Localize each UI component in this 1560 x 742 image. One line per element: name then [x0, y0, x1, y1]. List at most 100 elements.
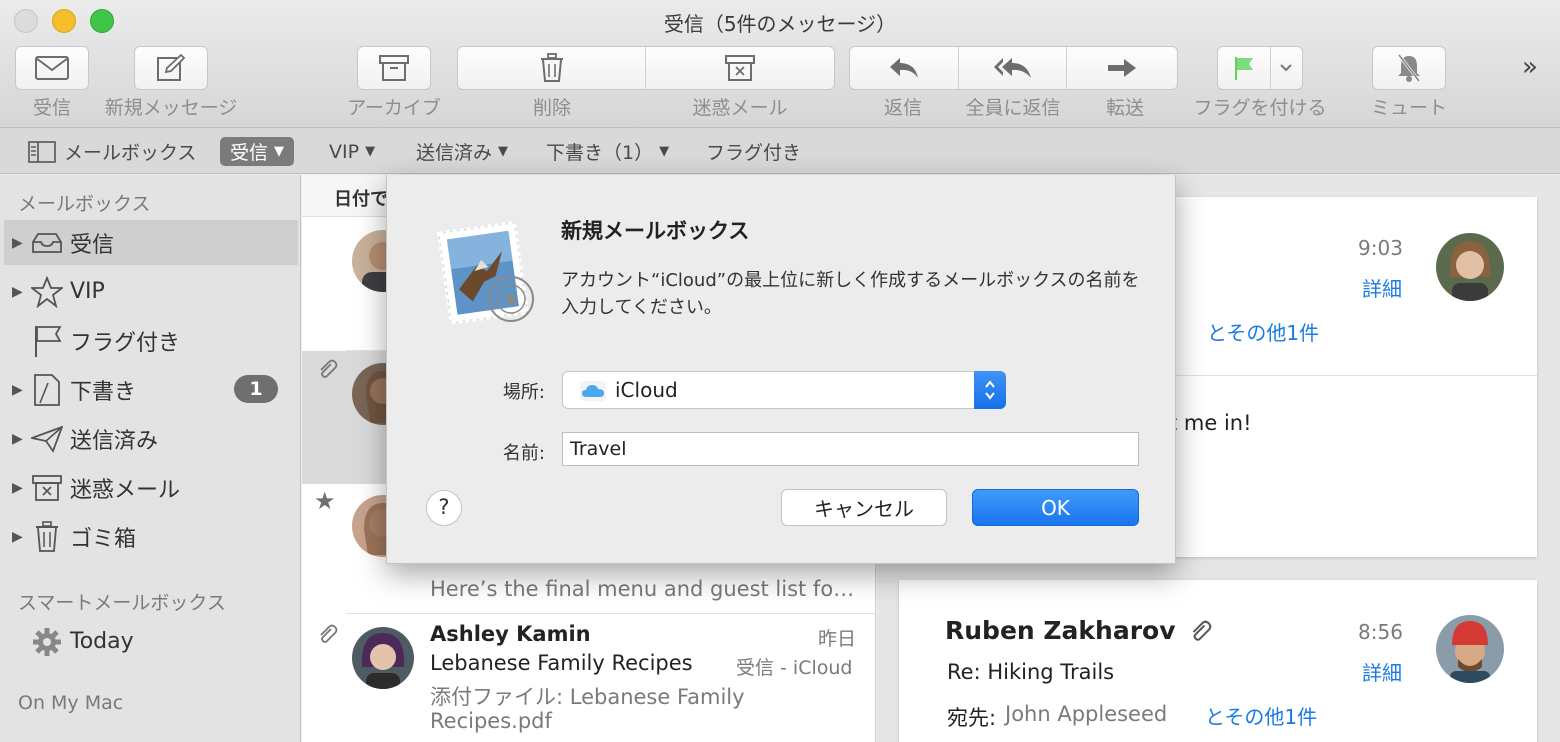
- details-link[interactable]: 詳細: [1362, 273, 1402, 302]
- message-card: Ruben Zakharov 8:56 Re: Hiking Trails 詳細…: [899, 580, 1537, 742]
- sidebar-item-label: Today: [70, 629, 134, 654]
- reply-all-label: 全員に返信: [965, 97, 1061, 119]
- help-button[interactable]: ?: [426, 490, 462, 526]
- archive-box-icon: [379, 55, 409, 81]
- compose-icon: [157, 54, 186, 81]
- disclosure-triangle-icon[interactable]: ▶: [12, 382, 24, 398]
- paperclip-icon: [320, 624, 338, 643]
- mailbox-name-input[interactable]: [562, 432, 1139, 466]
- toolbar-overflow-button[interactable]: »: [1522, 52, 1538, 82]
- flag-label: フラグを付ける: [1193, 97, 1327, 119]
- sidebar-item-flagged[interactable]: フラグ付き: [4, 318, 298, 363]
- trash-icon: [30, 520, 64, 554]
- envelope-icon: [35, 56, 69, 80]
- disclosure-triangle-icon[interactable]: ▶: [12, 235, 24, 251]
- disclosure-triangle-icon[interactable]: ▶: [12, 284, 24, 300]
- location-value: iCloud: [615, 378, 678, 402]
- reply-arrow-icon: [890, 58, 919, 78]
- green-flag-icon: [1234, 57, 1253, 80]
- gear-icon: [30, 625, 64, 659]
- mail-app-stamp-icon: [435, 219, 543, 331]
- chevron-down-icon: ▼: [659, 144, 670, 159]
- sidebar-item-drafts[interactable]: ▶ 下書き 1: [4, 367, 298, 412]
- reply-button[interactable]: [850, 47, 960, 89]
- cancel-button[interactable]: キャンセル: [781, 489, 947, 526]
- chevron-down-icon: ▼: [498, 144, 509, 159]
- favorites-inbox-button[interactable]: 受信 ▼: [220, 137, 295, 166]
- sidebar-item-sent[interactable]: ▶ 送信済み: [4, 416, 298, 461]
- message-time: 8:56: [1358, 620, 1403, 644]
- message-subject: Lebanese Family Recipes: [430, 651, 693, 675]
- avatar: [352, 627, 414, 689]
- popup-stepper-icon: [974, 371, 1006, 409]
- get-mail-button[interactable]: [15, 46, 89, 90]
- disclosure-triangle-icon[interactable]: ▶: [12, 480, 24, 496]
- favorites-flagged-label: フラグ付き: [706, 142, 802, 164]
- sidebar-item-trash[interactable]: ▶ ゴミ箱: [4, 514, 298, 559]
- sidebar-item-label: フラグ付き: [70, 330, 181, 356]
- favorites-drafts-button[interactable]: 下書き（1） ▼: [546, 137, 669, 166]
- favorites-bar: メールボックス 受信 ▼ VIP ▼ 送信済み ▼ 下書き（1） ▼ フラグ付き: [0, 128, 1560, 174]
- window-title: 受信（5件のメッセージ）: [663, 12, 897, 36]
- draft-document-icon: [30, 373, 64, 407]
- message-preview: Recipes.pdf: [430, 709, 552, 733]
- sidebar-item-vip[interactable]: ▶ VIP: [4, 269, 298, 314]
- message-preview: 添付ファイル: Lebanese Family: [430, 685, 745, 709]
- favorites-flagged-button[interactable]: フラグ付き: [706, 137, 801, 166]
- sidebar-item-junk[interactable]: ▶ 迷惑メール: [4, 465, 298, 510]
- unread-count-badge: 1: [234, 375, 278, 403]
- delete-button[interactable]: [458, 47, 646, 89]
- location-popup-button[interactable]: iCloud: [562, 371, 1006, 409]
- star-icon: ★: [314, 487, 336, 515]
- sidebar-section-mailboxes: メールボックス: [18, 193, 151, 215]
- disclosure-triangle-icon[interactable]: ▶: [12, 529, 24, 545]
- reply-all-arrow-icon: [993, 58, 1031, 78]
- junk-button[interactable]: [646, 47, 834, 89]
- to-label: 宛先:: [947, 706, 997, 730]
- favorites-sent-label: 送信済み: [416, 142, 493, 164]
- sidebar-toggle-icon: [28, 140, 56, 163]
- message-time: 9:03: [1358, 236, 1403, 260]
- disclosure-triangle-icon[interactable]: ▶: [12, 431, 24, 447]
- junk-box-icon: [725, 55, 755, 81]
- flag-button[interactable]: [1218, 47, 1271, 89]
- junk-box-icon: [30, 471, 64, 505]
- sidebar-item-label: ゴミ箱: [70, 526, 137, 552]
- favorites-sent-button[interactable]: 送信済み ▼: [416, 137, 508, 166]
- favorites-mailboxes-button[interactable]: メールボックス: [28, 137, 196, 166]
- chevron-down-icon: [1280, 64, 1293, 72]
- favorites-vip-button[interactable]: VIP ▼: [329, 137, 375, 166]
- mailbox-sidebar: メールボックス ▶ 受信 ▶ VIP フラグ付き ▶ 下書き 1 ▶ 送信済み …: [0, 175, 301, 742]
- details-link[interactable]: 詳細: [1362, 657, 1402, 686]
- favorites-inbox-label: 受信: [230, 142, 269, 164]
- ok-button[interactable]: OK: [972, 489, 1139, 526]
- star-icon: [30, 275, 64, 309]
- archive-button[interactable]: [357, 46, 431, 90]
- get-mail-label: 受信: [32, 97, 71, 119]
- sidebar-item-label: 送信済み: [70, 428, 159, 454]
- paper-plane-icon: [30, 422, 64, 456]
- sidebar-item-inbox[interactable]: ▶ 受信: [4, 220, 298, 265]
- sidebar-item-label: VIP: [70, 279, 105, 304]
- bell-slash-icon: [1397, 54, 1421, 82]
- reply-all-button[interactable]: [959, 47, 1067, 89]
- avatar: [1436, 233, 1504, 301]
- sidebar-section-on-my-mac: On My Mac: [18, 692, 124, 714]
- sidebar-item-today[interactable]: Today: [4, 619, 298, 664]
- new-message-button[interactable]: [134, 46, 208, 90]
- new-mailbox-dialog: 新規メールボックス アカウント“iCloud”の最上位に新しく作成するメールボッ…: [386, 175, 1176, 564]
- mute-button[interactable]: [1372, 46, 1446, 90]
- favorites-mailboxes-label: メールボックス: [64, 142, 197, 164]
- other-recipients-link[interactable]: とその他1件: [1207, 317, 1319, 346]
- forward-button[interactable]: [1067, 47, 1177, 89]
- other-recipients-link[interactable]: とその他1件: [1205, 701, 1317, 730]
- reply-segmented-control: [849, 46, 1178, 90]
- chevron-down-icon: ▼: [274, 144, 285, 159]
- message-subject: Re: Hiking Trails: [947, 660, 1115, 684]
- flag-menu-button[interactable]: [1271, 47, 1302, 89]
- sidebar-item-label: 受信: [70, 232, 115, 258]
- avatar: [1436, 615, 1504, 683]
- window-toolbar: 受信（5件のメッセージ） 受信 新規メッセージ アーカイブ 削除 迷惑メール 返…: [0, 0, 1560, 128]
- message-sender: Ashley Kamin: [430, 622, 591, 646]
- message-preview: Here’s the final menu and guest list fo…: [430, 577, 855, 601]
